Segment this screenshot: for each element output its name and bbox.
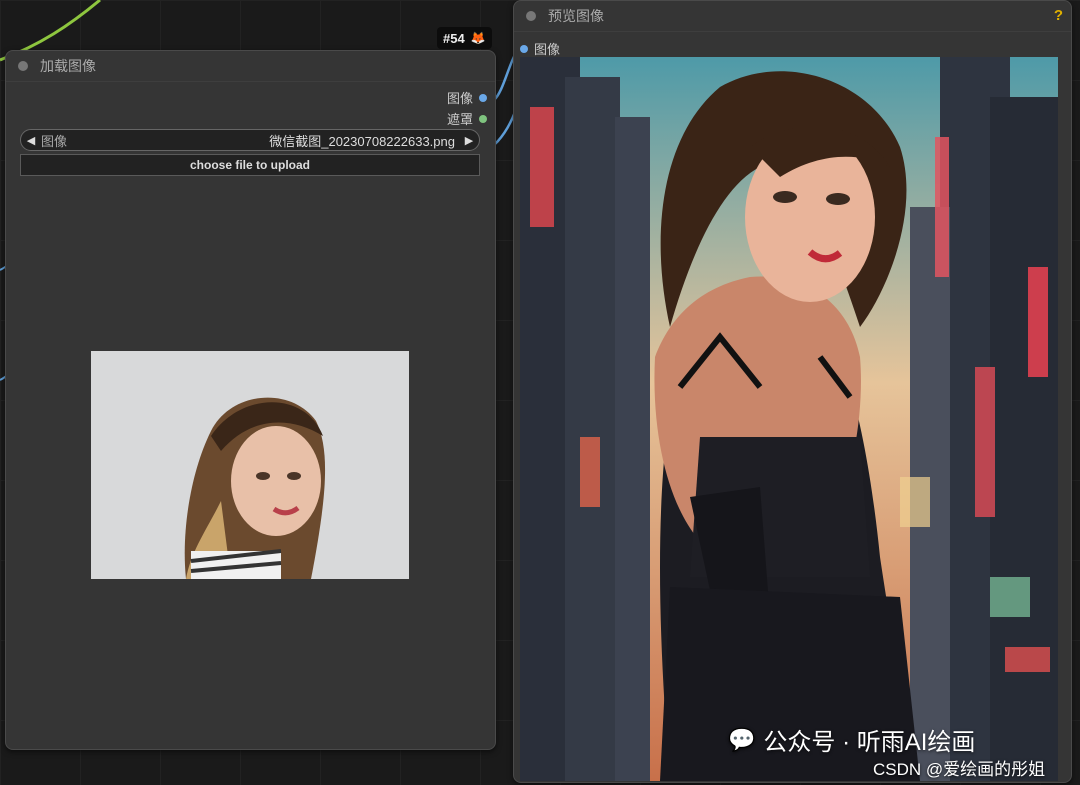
preview-image-node[interactable]: 预览图像 ? 图像 xyxy=(513,0,1072,783)
preview-image xyxy=(520,57,1058,781)
wechat-icon: 💬 xyxy=(728,726,756,752)
help-icon[interactable]: ? xyxy=(1054,7,1063,24)
combo-label: 图像 xyxy=(41,133,68,149)
arrow-right-icon[interactable]: ▶ xyxy=(459,134,479,147)
input-label: 图像 xyxy=(534,42,561,57)
node-header[interactable]: 预览图像 xyxy=(514,1,1071,32)
image-combo-widget[interactable]: ◀ 图像 微信截图_20230708222633.png ▶ xyxy=(20,129,480,151)
input-image[interactable]: 图像 xyxy=(520,39,560,58)
arrow-left-icon[interactable]: ◀ xyxy=(21,134,41,147)
csdn-watermark: CSDN @爱绘画的彤姐 xyxy=(873,760,1046,779)
collapse-dot-icon[interactable] xyxy=(18,61,28,71)
output-label: 遮罩 xyxy=(446,112,473,127)
output-image[interactable]: 图像 xyxy=(447,87,487,108)
node-title: 加载图像 xyxy=(40,58,96,74)
input-socket-icon[interactable] xyxy=(520,44,528,53)
node-outputs: 图像 遮罩 xyxy=(447,87,487,129)
node-title: 预览图像 xyxy=(548,8,604,24)
node-id: #54 xyxy=(443,30,465,46)
output-mask[interactable]: 遮罩 xyxy=(447,108,487,129)
node-id-badge: #54 🦊 xyxy=(437,27,492,49)
load-image-node[interactable]: 加载图像 图像 遮罩 ◀ 图像 微信截图_20230708222633.png … xyxy=(5,50,496,750)
upload-button[interactable]: choose file to upload xyxy=(20,154,480,176)
combo-value[interactable]: 微信截图_20230708222633.png xyxy=(67,131,459,150)
output-socket-icon[interactable] xyxy=(479,93,487,102)
collapse-dot-icon[interactable] xyxy=(526,11,536,21)
node-header[interactable]: 加载图像 xyxy=(6,51,495,82)
output-label: 图像 xyxy=(446,91,473,106)
fox-icon: 🦊 xyxy=(470,31,486,45)
wechat-watermark: 💬 公众号 · 听雨AI绘画 xyxy=(728,722,975,757)
output-socket-icon[interactable] xyxy=(479,114,487,123)
watermark-line1: 公众号 · 听雨AI绘画 xyxy=(763,729,976,756)
loaded-image-thumbnail xyxy=(91,351,409,579)
